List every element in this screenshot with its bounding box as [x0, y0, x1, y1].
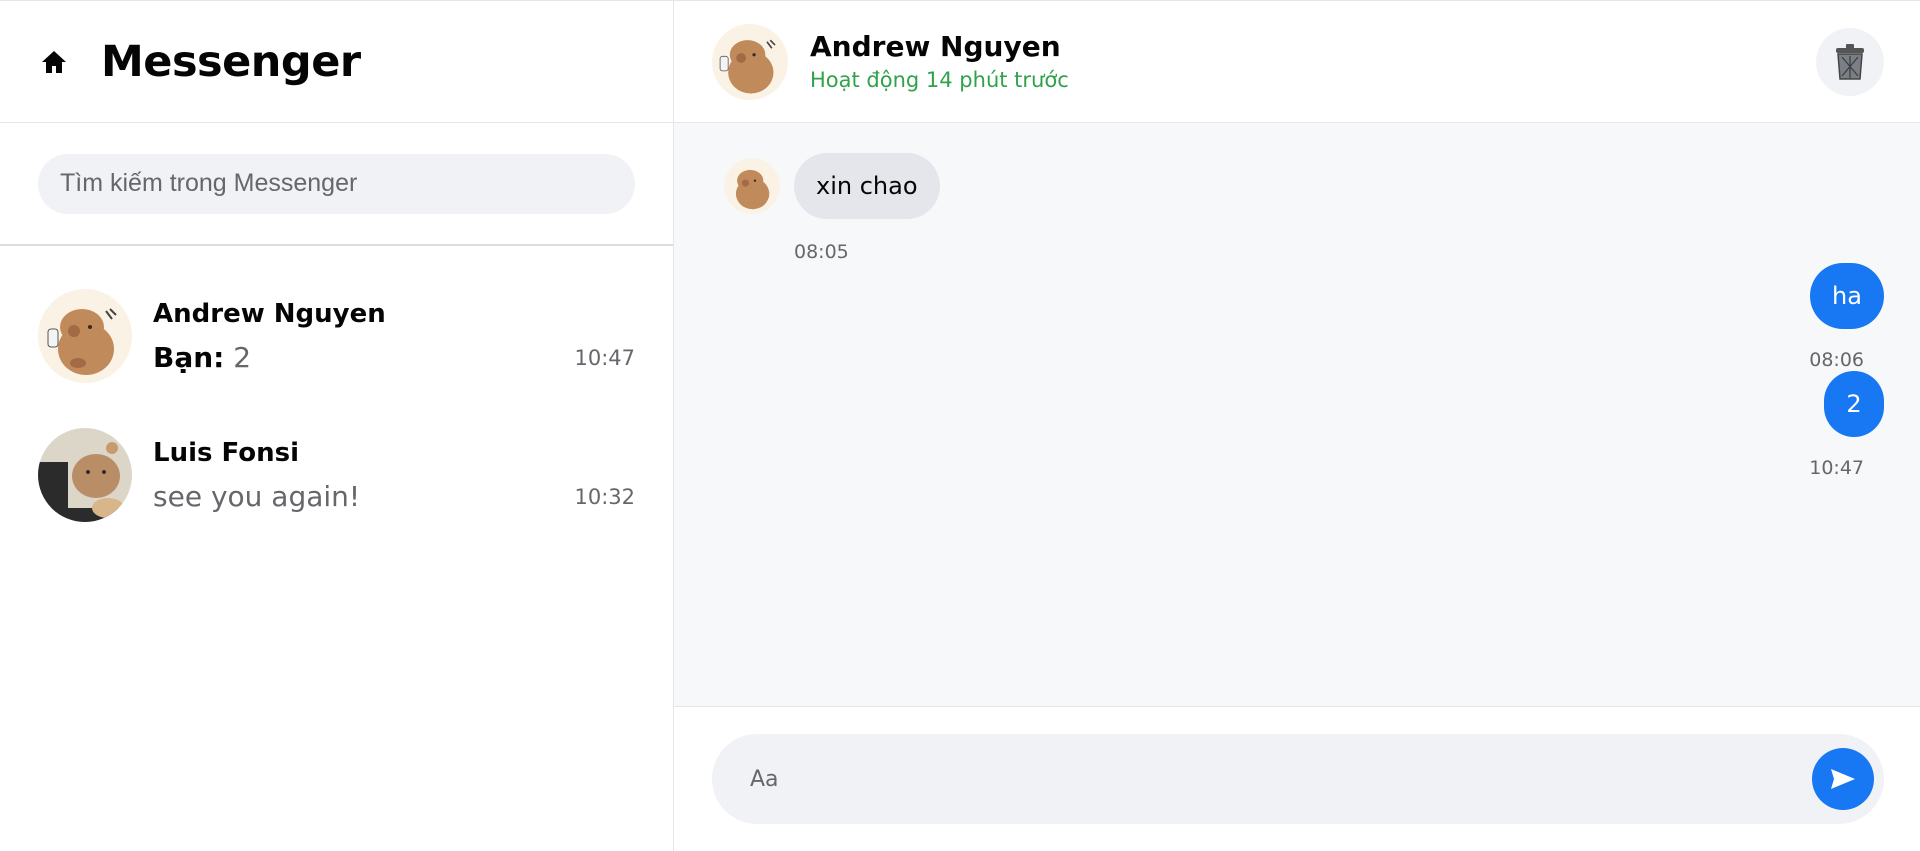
chat-panel: Andrew Nguyen Hoạt động 14 phút trước xi…: [674, 1, 1920, 851]
conversation-time: 10:32: [574, 484, 635, 509]
message-composer: [674, 706, 1920, 851]
app-title: Messenger: [101, 36, 361, 87]
chat-header: Andrew Nguyen Hoạt động 14 phút trước: [674, 1, 1920, 123]
send-icon: [1831, 769, 1855, 789]
capybara-avatar-icon: [712, 23, 788, 100]
messenger-app: Messenger Tìm kiếm trong Messenger Andre…: [0, 0, 1920, 851]
conversation-body: Luis Fonsi see you again! 10:32: [153, 434, 635, 516]
incoming-message: xin chao: [724, 153, 940, 219]
chat-contact-name: Andrew Nguyen: [810, 29, 1061, 63]
conversation-time: 10:47: [574, 345, 635, 370]
capybara-laptop-avatar-icon: [38, 427, 132, 522]
message-bubble-outgoing[interactable]: 2: [1824, 371, 1884, 437]
conversation-row: Bạn: 2 10:47: [153, 339, 635, 377]
conversation-name: Luis Fonsi: [153, 437, 299, 468]
trash-icon: [1836, 43, 1864, 80]
conversation-list: Andrew Nguyen Bạn: 2 10:47 Luis Fonsi se…: [0, 246, 673, 544]
search-input[interactable]: [38, 153, 635, 214]
chat-status: Hoạt động 14 phút trước: [810, 67, 1069, 92]
send-button[interactable]: [1812, 748, 1874, 810]
message-timestamp: 08:05: [794, 241, 849, 263]
preview-text: 2: [224, 340, 252, 374]
search-area: [0, 123, 673, 246]
delete-conversation-button[interactable]: [1816, 27, 1884, 96]
message-input[interactable]: [748, 765, 1812, 793]
conversation-row: see you again! 10:32: [153, 478, 635, 516]
sender-avatar: [724, 158, 780, 214]
conversation-name: Andrew Nguyen: [153, 298, 386, 329]
capybara-avatar-icon: [38, 288, 132, 383]
message-bubble-incoming[interactable]: xin chao: [794, 153, 940, 219]
chat-header-info: Andrew Nguyen Hoạt động 14 phút trước: [810, 29, 1816, 95]
avatar: [38, 288, 132, 383]
message-bubble-outgoing[interactable]: ha: [1810, 263, 1884, 329]
home-icon: [42, 50, 66, 73]
sidebar-header: Messenger: [0, 1, 673, 123]
conversation-preview: see you again!: [153, 478, 360, 516]
message-list: xin chao 08:05 ha 08:06 2 10:47: [674, 123, 1920, 706]
sender-prefix: Bạn:: [153, 340, 225, 374]
chat-avatar[interactable]: [712, 23, 788, 100]
avatar: [38, 427, 132, 522]
conversation-item-luis-fonsi[interactable]: Luis Fonsi see you again! 10:32: [0, 405, 673, 544]
composer-box: [712, 734, 1884, 824]
message-timestamp: 08:06: [1809, 349, 1864, 371]
conversation-body: Andrew Nguyen Bạn: 2 10:47: [153, 295, 635, 377]
preview-text: see you again!: [153, 479, 361, 513]
conversation-item-andrew-nguyen[interactable]: Andrew Nguyen Bạn: 2 10:47: [0, 266, 673, 405]
conversation-preview: Bạn: 2: [153, 339, 251, 377]
message-timestamp: 10:47: [1809, 457, 1864, 479]
capybara-avatar-icon: [724, 158, 780, 214]
home-button[interactable]: [40, 48, 68, 76]
sidebar: Messenger Tìm kiếm trong Messenger Andre…: [0, 1, 674, 851]
